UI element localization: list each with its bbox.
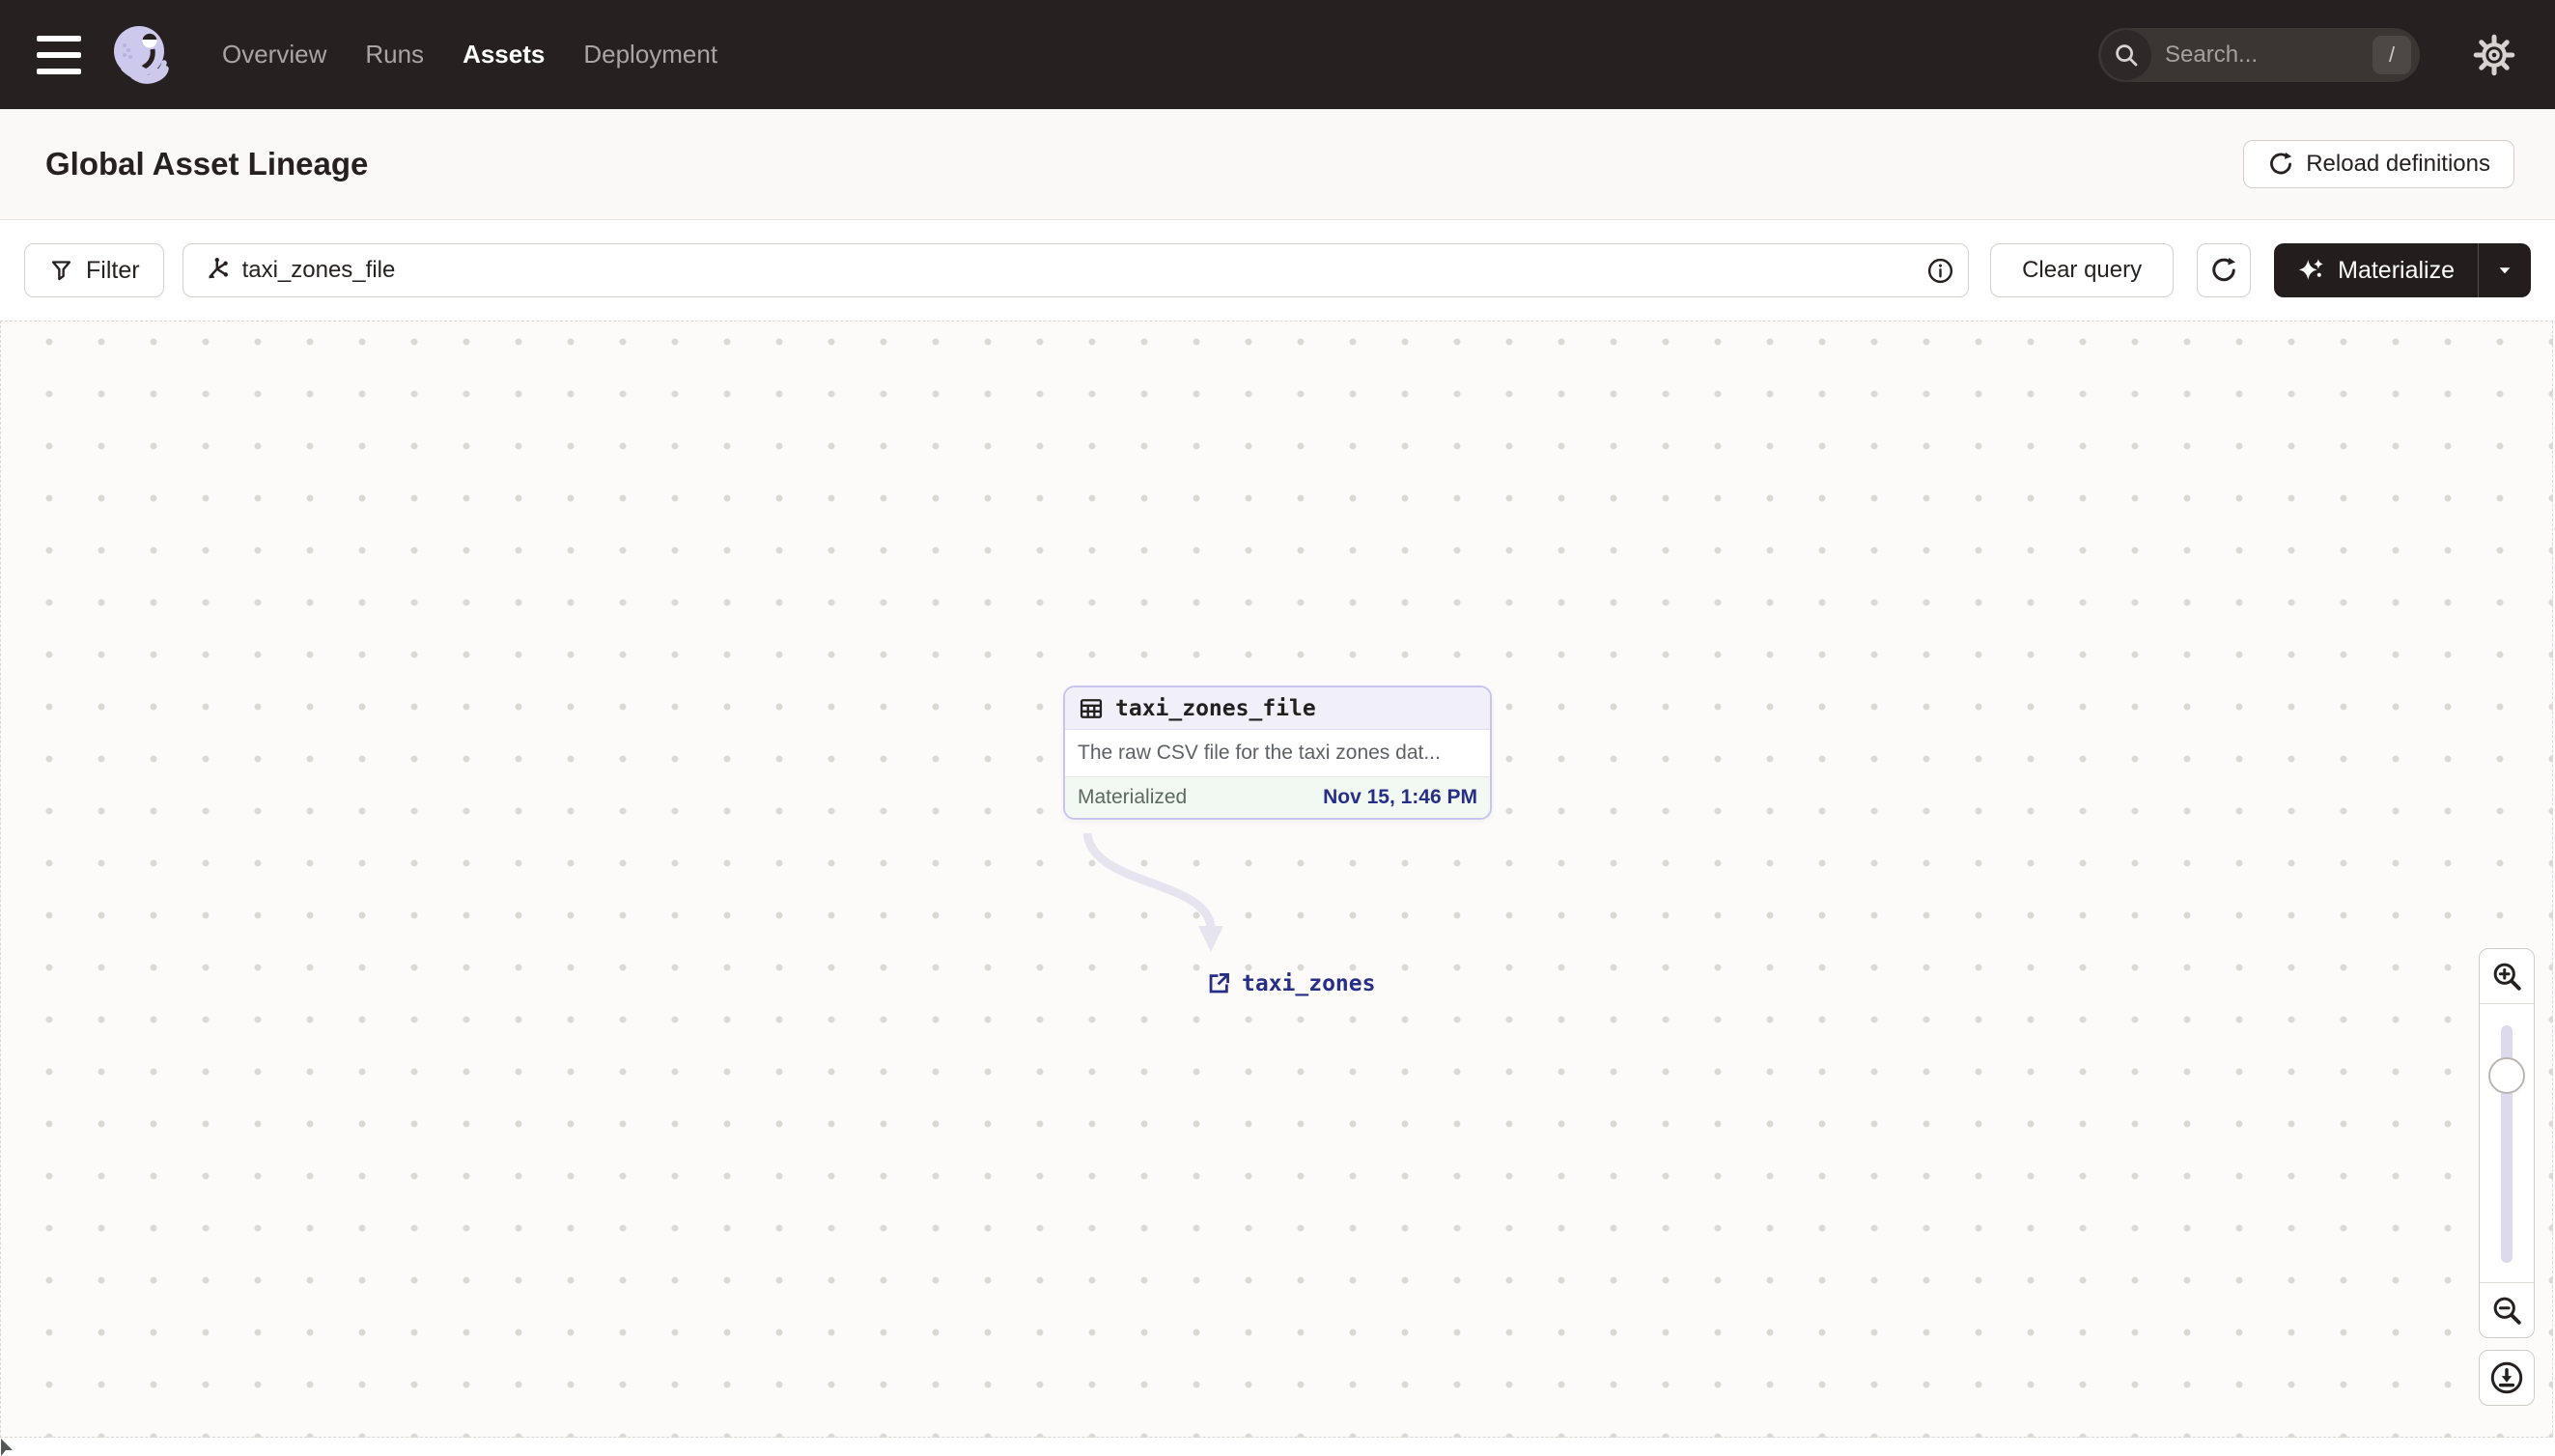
sparkle-icon	[2297, 256, 2326, 285]
page-title: Global Asset Lineage	[45, 146, 369, 182]
info-icon[interactable]	[1926, 257, 1954, 285]
materialize-label: Materialize	[2338, 256, 2455, 284]
dagster-app: Overview Runs Assets Deployment /	[0, 0, 2555, 1456]
materialize-split-button: Materialize	[2274, 243, 2531, 297]
zoom-out-button[interactable]	[2480, 1283, 2534, 1337]
refresh-icon	[2267, 151, 2294, 178]
caret-down-icon	[2492, 258, 2517, 283]
filter-button[interactable]: Filter	[24, 243, 164, 297]
zoom-slider[interactable]	[2480, 1003, 2534, 1283]
asset-node-taxi-zones-file[interactable]: taxi_zones_file The raw CSV file for the…	[1063, 686, 1492, 820]
download-image-button[interactable]	[2479, 1350, 2535, 1406]
zoom-in-icon	[2489, 959, 2524, 994]
funnel-icon	[48, 258, 74, 284]
lineage-graph-icon	[201, 256, 231, 286]
refresh-query-button[interactable]	[2197, 243, 2252, 297]
global-search[interactable]: /	[2098, 27, 2420, 82]
settings-gear-icon[interactable]	[2470, 31, 2518, 79]
download-icon	[2488, 1359, 2525, 1396]
lineage-canvas[interactable]: taxi_zones_file The raw CSV file for the…	[0, 321, 2553, 1438]
search-input[interactable]	[2151, 41, 2372, 69]
materialized-status-label: Materialized	[1078, 786, 1188, 808]
menu-icon[interactable]	[37, 35, 81, 74]
table-icon	[1078, 695, 1105, 722]
zoom-controls	[2479, 948, 2535, 1338]
reload-definitions-button[interactable]: Reload definitions	[2243, 140, 2514, 188]
nav-link-deployment[interactable]: Deployment	[583, 40, 717, 70]
lineage-toolbar: Filter Clear query	[0, 220, 2555, 321]
clear-query-button[interactable]: Clear query	[1990, 243, 2175, 297]
search-shortcut-badge: /	[2372, 35, 2411, 74]
asset-node-header: taxi_zones_file	[1065, 687, 1490, 730]
top-nav: Overview Runs Assets Deployment /	[0, 0, 2555, 109]
materialize-button[interactable]: Materialize	[2274, 243, 2478, 297]
asset-selection-input[interactable]	[182, 243, 1970, 297]
primary-nav-links: Overview Runs Assets Deployment	[222, 40, 717, 70]
downstream-asset-link-taxi-zones[interactable]: taxi_zones	[1205, 969, 1375, 997]
filter-label: Filter	[86, 256, 140, 284]
lineage-edge-arrow	[1082, 832, 1223, 952]
zoom-in-button[interactable]	[2480, 949, 2534, 1003]
downstream-asset-label: taxi_zones	[1242, 970, 1376, 996]
zoom-out-icon	[2489, 1293, 2524, 1328]
asset-query-input[interactable]	[230, 257, 1927, 284]
dagster-logo-icon	[110, 24, 172, 86]
materialized-timestamp-link[interactable]: Nov 15, 1:46 PM	[1323, 786, 1477, 809]
search-icon	[2101, 29, 2151, 80]
cursor-artifact	[0, 1439, 14, 1456]
nav-link-runs[interactable]: Runs	[365, 40, 424, 70]
external-link-icon	[1205, 969, 1233, 997]
page-header: Global Asset Lineage Reload definitions	[0, 109, 2555, 220]
asset-node-description: The raw CSV file for the taxi zones dat.…	[1065, 730, 1490, 776]
asset-node-footer: Materialized Nov 15, 1:46 PM	[1065, 776, 1490, 818]
nav-link-assets[interactable]: Assets	[463, 40, 545, 70]
nav-link-overview[interactable]: Overview	[222, 40, 326, 70]
zoom-slider-handle[interactable]	[2488, 1057, 2525, 1094]
materialize-dropdown-button[interactable]	[2479, 243, 2531, 297]
reload-definitions-label: Reload definitions	[2306, 151, 2490, 177]
asset-node-title: taxi_zones_file	[1115, 695, 1316, 721]
